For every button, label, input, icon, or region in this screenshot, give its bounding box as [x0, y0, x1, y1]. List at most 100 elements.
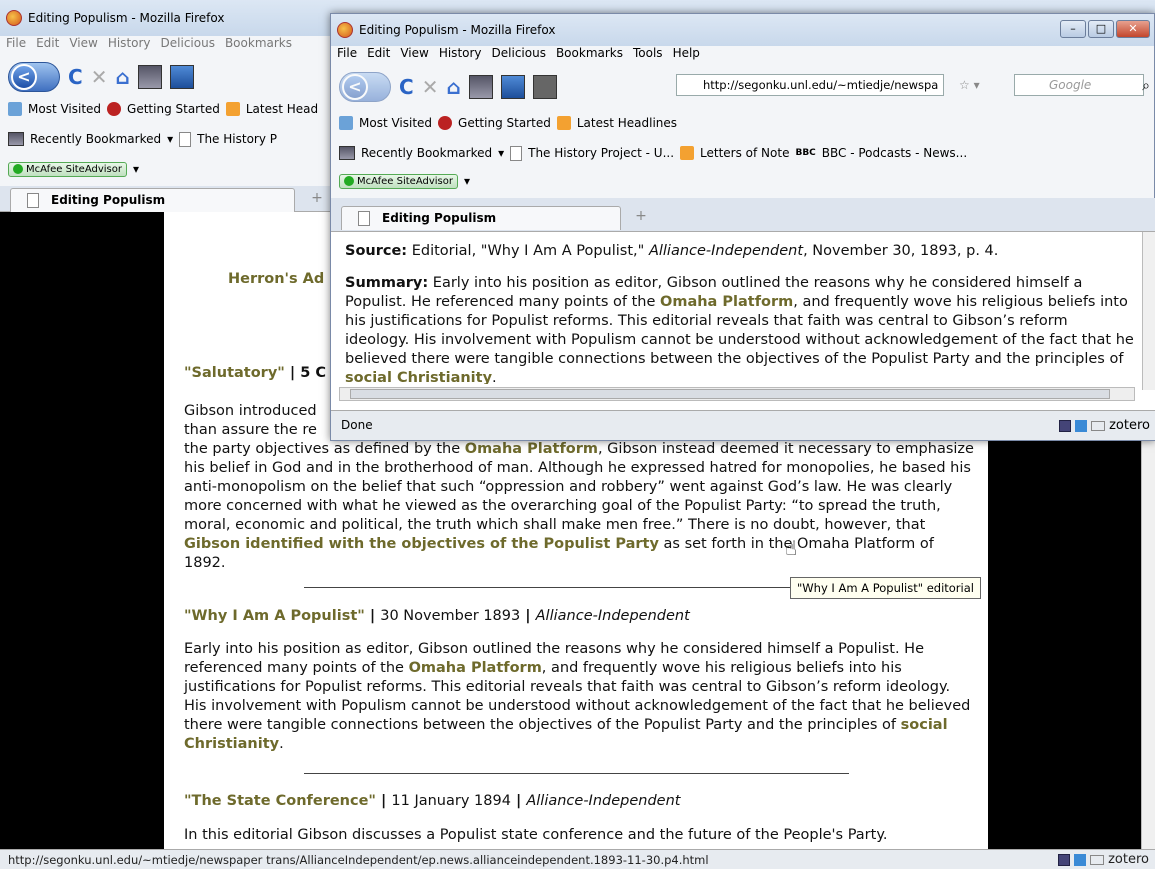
tab-editing-populism[interactable]: Editing Populism — [341, 206, 621, 230]
menu-view[interactable]: View — [69, 36, 97, 56]
menu-history[interactable]: History — [439, 46, 482, 66]
zotero-button[interactable]: zotero — [1108, 852, 1149, 867]
why-populist-link[interactable]: "Why I Am A Populist" — [184, 608, 365, 624]
search-icon[interactable]: ⌕ — [1142, 78, 1150, 94]
why-date: 30 November 1893 — [380, 608, 521, 624]
envelope-icon[interactable] — [1090, 854, 1105, 865]
delicious-icon[interactable] — [137, 65, 162, 89]
summary-paragraph: Summary: Early into his position as edit… — [345, 274, 1135, 384]
firefox-icon — [337, 22, 353, 38]
back-forward-button[interactable]: < — [339, 72, 391, 102]
bookmark-recently-bookmarked[interactable]: Recently Bookmarked — [361, 146, 492, 160]
maximize-button[interactable]: □ — [1088, 20, 1114, 38]
mcafee-label: McAfee SiteAdvisor — [26, 163, 122, 175]
window-controls: – □ ✕ — [1060, 20, 1150, 38]
tab-editing-populism[interactable]: Editing Populism — [10, 188, 295, 212]
menu-bookmarks[interactable]: Bookmarks — [225, 36, 292, 56]
star-icon[interactable]: ☆ ▾ — [959, 78, 980, 92]
recently-bookmarked-icon — [339, 146, 355, 160]
tag-icon[interactable] — [532, 75, 557, 99]
firefox-icon — [6, 10, 22, 26]
separator: | — [520, 608, 536, 624]
gibson-objectives-link[interactable]: Gibson identified with the objectives of… — [184, 536, 659, 552]
bookmark-recently-bookmarked[interactable]: Recently Bookmarked — [30, 132, 161, 146]
bookmark-bbc-podcasts[interactable]: BBC - Podcasts - News... — [822, 146, 967, 160]
bookmark-most-visited[interactable]: Most Visited — [359, 116, 432, 130]
popup-bookmarks-bar-2: Recently Bookmarked ▾ The History Project… — [331, 142, 967, 164]
home-icon[interactable]: ⌂ — [446, 75, 460, 99]
back-window-title: Editing Populism - Mozilla Firefox — [28, 11, 225, 25]
menu-edit[interactable]: Edit — [36, 36, 59, 56]
state-date: 11 January 1894 — [391, 793, 511, 809]
reload-icon[interactable]: C — [68, 65, 83, 89]
search-input[interactable]: Google — [1014, 74, 1144, 96]
mcafee-siteadvisor-button[interactable]: McAfee SiteAdvisor — [339, 173, 458, 189]
stop-icon[interactable]: ✕ — [91, 65, 108, 89]
chevron-down-icon: ▾ — [498, 146, 505, 160]
menu-tools[interactable]: Tools — [633, 46, 663, 66]
new-tab-button[interactable]: + — [621, 208, 661, 228]
bookmark-latest-headlines[interactable]: Latest Headlines — [577, 116, 677, 130]
vertical-scrollbar[interactable] — [1142, 232, 1155, 390]
bookmark-history-project[interactable]: The History P — [197, 132, 277, 146]
popup-window-title: Editing Populism - Mozilla Firefox — [359, 23, 556, 37]
dropdown-icon[interactable]: ▾ — [464, 174, 470, 188]
omaha-platform-link[interactable]: Omaha Platform — [465, 441, 598, 457]
scroll-thumb[interactable] — [350, 389, 1110, 399]
bookmark-getting-started[interactable]: Getting Started — [127, 102, 220, 116]
popup-browser-window: Editing Populism - Mozilla Firefox – □ ✕… — [330, 13, 1155, 441]
bookmark-icon[interactable] — [169, 65, 194, 89]
source-text-b: , November 30, 1893, p. 4. — [803, 243, 999, 259]
state-conference-link[interactable]: "The State Conference" — [184, 793, 376, 809]
menu-help[interactable]: Help — [673, 46, 700, 66]
home-icon[interactable]: ⌂ — [115, 65, 129, 89]
delicious-status-icon[interactable] — [1059, 419, 1072, 432]
menu-file[interactable]: File — [6, 36, 26, 56]
bookmark-icon[interactable] — [500, 75, 525, 99]
back-forward-button[interactable]: < — [8, 62, 60, 92]
source-line: Source: Editorial, "Why I Am A Populist,… — [345, 242, 1135, 261]
bookmark-letters-of-note[interactable]: Letters of Note — [700, 146, 789, 160]
menu-edit[interactable]: Edit — [367, 46, 390, 66]
dropdown-icon[interactable]: ▾ — [133, 162, 139, 176]
why-header: "Why I Am A Populist" | 30 November 1893… — [184, 607, 974, 626]
bookmark-getting-started[interactable]: Getting Started — [458, 116, 551, 130]
bookmark-history-project[interactable]: The History Project - U... — [528, 146, 674, 160]
chevron-down-icon: ▾ — [167, 132, 174, 146]
link-tooltip: "Why I Am A Populist" editorial — [790, 577, 981, 599]
horizontal-scrollbar[interactable] — [339, 387, 1135, 401]
close-button[interactable]: ✕ — [1116, 20, 1150, 38]
social-christianity-link[interactable]: social Christianity — [345, 370, 492, 384]
url-bar[interactable]: http://segonku.unl.edu/~mtiedje/newspa — [676, 74, 944, 96]
menu-history[interactable]: History — [108, 36, 151, 56]
snowflake-icon[interactable] — [1074, 853, 1087, 866]
envelope-icon[interactable] — [1091, 420, 1106, 431]
separator: | — [375, 793, 392, 809]
snowflake-icon[interactable] — [1075, 419, 1088, 432]
stop-icon[interactable]: ✕ — [422, 75, 439, 99]
salutatory-link[interactable]: "Salutatory" — [184, 365, 285, 381]
bookmark-latest-headlines[interactable]: Latest Head — [246, 102, 318, 116]
reload-icon[interactable]: C — [399, 75, 414, 99]
menu-delicious[interactable]: Delicious — [492, 46, 546, 66]
omaha-platform-link[interactable]: Omaha Platform — [660, 294, 793, 310]
back-arrow-icon: < — [342, 74, 368, 100]
menu-file[interactable]: File — [337, 46, 357, 66]
page-icon — [27, 193, 39, 208]
page-icon — [179, 131, 192, 147]
mcafee-label: McAfee SiteAdvisor — [357, 175, 453, 187]
check-icon — [344, 176, 354, 186]
recently-bookmarked-icon — [8, 132, 24, 146]
delicious-status-icon[interactable] — [1058, 853, 1071, 866]
bookmark-most-visited[interactable]: Most Visited — [28, 102, 101, 116]
mcafee-siteadvisor-button[interactable]: McAfee SiteAdvisor — [8, 161, 127, 177]
menu-delicious[interactable]: Delicious — [161, 36, 215, 56]
menu-bookmarks[interactable]: Bookmarks — [556, 46, 623, 66]
getting-started-icon — [107, 102, 122, 116]
minimize-button[interactable]: – — [1060, 20, 1086, 38]
popup-status-bar: Done zotero — [331, 410, 1155, 440]
delicious-icon[interactable] — [468, 75, 493, 99]
menu-view[interactable]: View — [400, 46, 428, 66]
zotero-button[interactable]: zotero — [1109, 418, 1150, 433]
omaha-platform-link-2[interactable]: Omaha Platform — [409, 660, 542, 676]
